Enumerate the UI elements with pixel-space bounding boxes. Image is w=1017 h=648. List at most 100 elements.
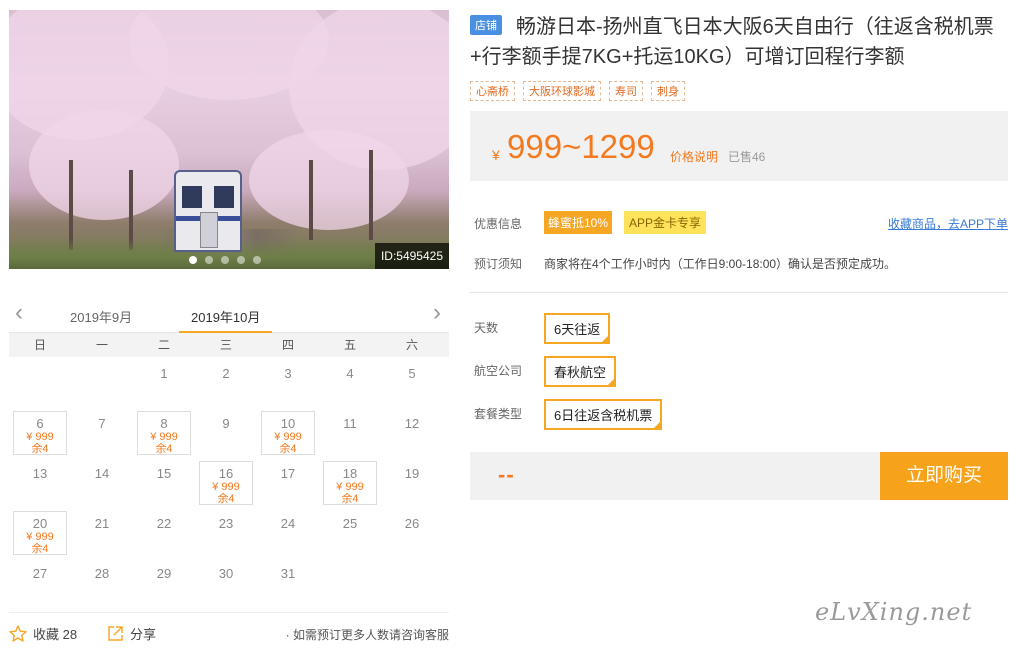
day-number: 8	[160, 416, 168, 431]
favorite-label: 收藏 28	[33, 627, 78, 642]
day-stock: 余4	[341, 493, 359, 505]
chevron-left-icon[interactable]: ‹	[15, 301, 23, 325]
slide-dot[interactable]	[221, 256, 229, 264]
day-number: 16	[218, 466, 234, 481]
calendar-day: 7	[71, 407, 133, 457]
tab-current-month[interactable]: 2019年10月	[178, 307, 273, 333]
day-price: ¥ 999	[212, 481, 240, 493]
day-price: ¥ 999	[26, 431, 54, 443]
day-number: 30	[218, 566, 234, 581]
day-number: 10	[280, 416, 296, 431]
calendar-day: 3	[257, 357, 319, 407]
feature-tag[interactable]: 寿司	[609, 81, 643, 101]
blossom-cluster	[29, 110, 179, 220]
day-price: ¥ 999	[336, 481, 364, 493]
divider	[9, 612, 449, 613]
slide-dot[interactable]	[205, 256, 213, 264]
price-explain-link[interactable]: 价格说明	[670, 148, 718, 165]
favorite-button[interactable]: 收藏 28	[9, 624, 77, 643]
day-stock: 余4	[31, 443, 49, 455]
feature-tag[interactable]: 心斋桥	[470, 81, 515, 101]
feature-tag[interactable]: 刺身	[651, 81, 685, 101]
calendar-day: 4	[319, 357, 381, 407]
share-button[interactable]: 分享	[107, 624, 156, 643]
calendar-empty	[71, 357, 133, 407]
booking-note: 商家将在4个工作小时内（工作日9:00-18:00）确认是否预定成功。	[544, 257, 897, 271]
image-id-badge: ID:5495425	[374, 243, 449, 269]
date-calendar: ‹ 2019年9月 2019年10月 › 日 一 二 三 四 五 六 12345…	[9, 297, 449, 607]
calendar-day: 24	[257, 507, 319, 557]
day-number: 7	[98, 416, 106, 431]
app-order-link[interactable]: 收藏商品，去APP下单	[888, 215, 1008, 232]
day-stock: 余4	[217, 493, 235, 505]
blossom-cluster	[249, 130, 409, 230]
day-stock: 余4	[155, 443, 173, 455]
day-number: 15	[156, 466, 172, 481]
weekday-label: 二	[157, 338, 170, 352]
day-number: 4	[346, 366, 354, 381]
tab-prev-month[interactable]: 2019年9月	[70, 307, 132, 326]
calendar-day[interactable]: 6 ¥ 999 余4	[13, 411, 67, 455]
watermark: eLvXing.net	[815, 598, 973, 626]
total-price-bar: --	[470, 452, 880, 500]
slide-dot[interactable]	[253, 256, 261, 264]
calendar-day: 27	[9, 557, 71, 607]
airline-option[interactable]: 春秋航空	[544, 356, 617, 387]
weekday-label: 六	[405, 338, 418, 352]
package-label: 套餐类型	[474, 407, 523, 421]
train-window	[182, 186, 202, 208]
package-option[interactable]: 6日往返含税机票	[544, 399, 663, 430]
day-number: 23	[218, 516, 234, 531]
calendar-day: 26	[381, 507, 443, 557]
day-number: 11	[343, 416, 357, 431]
day-number: 28	[94, 566, 110, 581]
day-number: 21	[94, 516, 110, 531]
calendar-day: 19	[381, 457, 443, 507]
train-door	[200, 212, 218, 248]
star-icon	[9, 625, 27, 642]
calendar-day: 11	[319, 407, 381, 457]
calendar-day: 15	[133, 457, 195, 507]
calendar-day[interactable]: 18 ¥ 999 余4	[323, 461, 377, 505]
day-stock: 余4	[279, 443, 297, 455]
weekday-label: 五	[343, 338, 356, 352]
calendar-day: 23	[195, 507, 257, 557]
day-number: 25	[342, 516, 358, 531]
weekday-header: 日 一 二 三 四 五 六	[9, 333, 449, 357]
day-number: 1	[160, 366, 168, 381]
calendar-footer: 收藏 28 分享 · 如需预订更多人数请咨询客服	[9, 624, 449, 644]
slide-dot[interactable]	[189, 256, 197, 264]
calendar-day[interactable]: 10 ¥ 999 余4	[261, 411, 315, 455]
month-switcher: ‹ 2019年9月 2019年10月 ›	[9, 297, 449, 333]
day-number: 2	[222, 366, 230, 381]
calendar-day[interactable]: 16 ¥ 999 余4	[199, 461, 253, 505]
day-number: 5	[408, 366, 416, 381]
day-number: 24	[280, 516, 296, 531]
day-number: 14	[94, 466, 110, 481]
calendar-day[interactable]: 8 ¥ 999 余4	[137, 411, 191, 455]
day-number: 22	[156, 516, 172, 531]
weekday-label: 四	[281, 338, 294, 352]
calendar-day: 12	[381, 407, 443, 457]
days-option[interactable]: 6天往返	[544, 313, 611, 344]
slide-dots	[189, 256, 261, 264]
calendar-day[interactable]: 20 ¥ 999 余4	[13, 511, 67, 555]
buy-now-button[interactable]: 立即购买	[880, 452, 1008, 500]
train-window	[214, 186, 234, 208]
slide-dot[interactable]	[237, 256, 245, 264]
calendar-day: 14	[71, 457, 133, 507]
tree-trunk	[309, 160, 313, 240]
airline-label: 航空公司	[474, 364, 523, 378]
weekday-label: 日	[33, 338, 46, 352]
feature-tag[interactable]: 大阪环球影城	[523, 81, 601, 101]
product-image[interactable]: ID:5495425	[9, 10, 449, 269]
calendar-day: 17	[257, 457, 319, 507]
calendar-day: 28	[71, 557, 133, 607]
share-label: 分享	[130, 627, 157, 642]
price-panel: ¥ 999~1299 价格说明 已售46	[470, 111, 1008, 181]
calendar-day: 31	[257, 557, 319, 607]
chevron-right-icon[interactable]: ›	[433, 301, 441, 325]
price-range: 999~1299	[507, 128, 655, 165]
weekday-label: 三	[219, 338, 232, 352]
day-price: ¥ 999	[150, 431, 178, 443]
